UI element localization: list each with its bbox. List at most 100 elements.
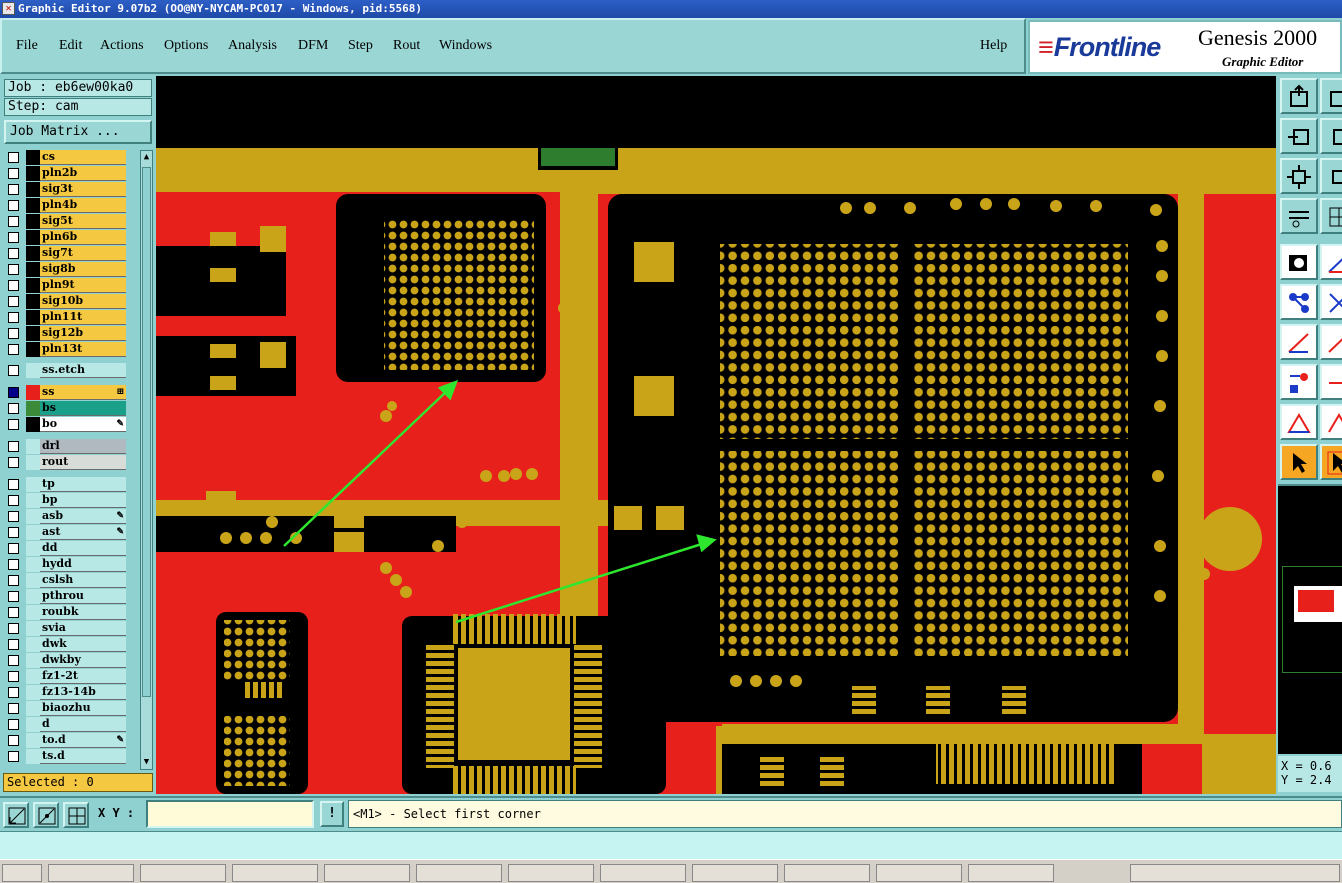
- layer-checkbox[interactable]: [8, 495, 19, 506]
- layer-checkbox[interactable]: [8, 511, 19, 522]
- layer-color-swatch[interactable]: [26, 294, 40, 309]
- layer-checkbox[interactable]: [8, 639, 19, 650]
- pointer-select-button[interactable]: [1320, 444, 1342, 480]
- layer-row-pln2b[interactable]: pln2b: [4, 166, 126, 181]
- layer-checkbox[interactable]: [8, 280, 19, 291]
- menu-step[interactable]: Step: [348, 38, 373, 54]
- layer-row-pln4b[interactable]: pln4b: [4, 198, 126, 213]
- layer-checkbox[interactable]: [8, 543, 19, 554]
- pad-tool-button[interactable]: [1280, 364, 1318, 400]
- layer-color-swatch[interactable]: [26, 589, 40, 604]
- graphic-canvas[interactable]: [156, 76, 1276, 794]
- layer-color-swatch[interactable]: [26, 310, 40, 325]
- layer-checkbox[interactable]: [8, 152, 19, 163]
- layer-checkbox[interactable]: [8, 419, 19, 430]
- layer-row-fz13-14b[interactable]: fz13-14b: [4, 685, 126, 700]
- layer-checkbox[interactable]: [8, 479, 19, 490]
- taskbar-item-6[interactable]: [508, 864, 594, 882]
- layer-color-swatch[interactable]: [26, 621, 40, 636]
- layer-color-swatch[interactable]: [26, 605, 40, 620]
- layer-row-ss[interactable]: ss ⊞: [4, 385, 126, 400]
- layer-row-biaozhu[interactable]: biaozhu: [4, 701, 126, 716]
- snap-button[interactable]: [3, 802, 29, 828]
- layer-row-sig12b[interactable]: sig12b: [4, 326, 126, 341]
- taskbar-item-8[interactable]: [692, 864, 778, 882]
- scroll-down-icon[interactable]: ▼: [141, 756, 152, 769]
- layer-color-swatch[interactable]: [26, 342, 40, 357]
- grid-button[interactable]: [1320, 198, 1342, 234]
- layer-checkbox[interactable]: [8, 457, 19, 468]
- layer-color-swatch[interactable]: [26, 278, 40, 293]
- zoom-out-button[interactable]: [1320, 78, 1342, 114]
- layer-color-swatch[interactable]: [26, 477, 40, 492]
- menu-windows[interactable]: Windows: [439, 38, 492, 54]
- menu-actions[interactable]: Actions: [100, 38, 144, 54]
- layer-color-swatch[interactable]: [26, 214, 40, 229]
- layer-color-swatch[interactable]: [26, 363, 40, 378]
- taskbar-item-11[interactable]: [968, 864, 1054, 882]
- layer-color-swatch[interactable]: [26, 385, 40, 400]
- layer-color-swatch[interactable]: [26, 733, 40, 748]
- polygon-tool-button[interactable]: [1280, 404, 1318, 440]
- layer-checkbox[interactable]: [8, 735, 19, 746]
- menu-analysis[interactable]: Analysis: [228, 38, 277, 54]
- taskbar-item-7[interactable]: [600, 864, 686, 882]
- layer-color-swatch[interactable]: [26, 749, 40, 764]
- move-tool-button[interactable]: [1320, 364, 1342, 400]
- angle-tool-button[interactable]: [1320, 324, 1342, 360]
- layer-checkbox[interactable]: [8, 527, 19, 538]
- layer-color-swatch[interactable]: [26, 701, 40, 716]
- pan-right-button[interactable]: [1320, 118, 1342, 154]
- layer-checkbox[interactable]: [8, 328, 19, 339]
- layer-row-pthrou[interactable]: pthrou: [4, 589, 126, 604]
- zoom-home-button[interactable]: [1280, 78, 1318, 114]
- line-tool-button[interactable]: [1280, 324, 1318, 360]
- layer-checkbox[interactable]: [8, 719, 19, 730]
- layer-color-swatch[interactable]: [26, 230, 40, 245]
- layer-row-ast[interactable]: ast ✎: [4, 525, 126, 540]
- menu-edit[interactable]: Edit: [59, 38, 82, 54]
- layer-checkbox[interactable]: [8, 168, 19, 179]
- layer-color-swatch[interactable]: [26, 653, 40, 668]
- layer-checkbox[interactable]: [8, 575, 19, 586]
- layer-checkbox[interactable]: [8, 312, 19, 323]
- layer-row-sig8b[interactable]: sig8b: [4, 262, 126, 277]
- surface-tool-button[interactable]: [1320, 404, 1342, 440]
- layer-color-swatch[interactable]: [26, 685, 40, 700]
- layer-checkbox[interactable]: [8, 687, 19, 698]
- layer-color-swatch[interactable]: [26, 541, 40, 556]
- layer-checkbox[interactable]: [8, 387, 19, 398]
- scroll-thumb[interactable]: [142, 167, 151, 697]
- layer-checkbox[interactable]: [8, 559, 19, 570]
- layer-row-roubk[interactable]: roubk: [4, 605, 126, 620]
- taskbar-item-10[interactable]: [876, 864, 962, 882]
- layer-row-cslsh[interactable]: cslsh: [4, 573, 126, 588]
- layer-checkbox[interactable]: [8, 671, 19, 682]
- overview-map[interactable]: [1278, 484, 1342, 754]
- layer-checkbox[interactable]: [8, 232, 19, 243]
- layer-row-ts.d[interactable]: ts.d: [4, 749, 126, 764]
- layer-color-swatch[interactable]: [26, 493, 40, 508]
- layer-checkbox[interactable]: [8, 344, 19, 355]
- scroll-up-icon[interactable]: ▲: [141, 151, 152, 164]
- layer-checkbox[interactable]: [8, 403, 19, 414]
- layer-color-swatch[interactable]: [26, 439, 40, 454]
- layer-row-d[interactable]: d: [4, 717, 126, 732]
- add-line-button[interactable]: [1320, 244, 1342, 280]
- layer-checkbox[interactable]: [8, 184, 19, 195]
- delete-button[interactable]: [1320, 284, 1342, 320]
- layer-row-pln13t[interactable]: pln13t: [4, 342, 126, 357]
- fit-all-button[interactable]: [1320, 158, 1342, 194]
- layer-color-swatch[interactable]: [26, 525, 40, 540]
- grid-snap-button[interactable]: [63, 802, 89, 828]
- layer-color-swatch[interactable]: [26, 509, 40, 524]
- taskbar-item-1[interactable]: [48, 864, 134, 882]
- layer-row-bs[interactable]: bs: [4, 401, 126, 416]
- menu-file[interactable]: File: [16, 38, 38, 54]
- fit-view-button[interactable]: [1280, 158, 1318, 194]
- layer-checkbox[interactable]: [8, 591, 19, 602]
- layer-row-drl[interactable]: drl: [4, 439, 126, 454]
- pan-left-button[interactable]: [1280, 118, 1318, 154]
- taskbar-item-3[interactable]: [232, 864, 318, 882]
- layer-row-dwkby[interactable]: dwkby: [4, 653, 126, 668]
